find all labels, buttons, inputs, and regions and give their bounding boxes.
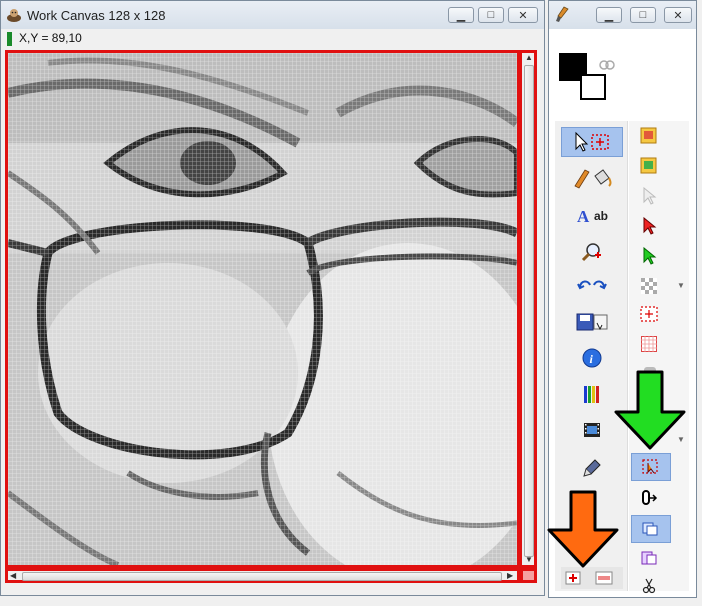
checker-icon: [641, 278, 657, 294]
scissors-icon: [642, 578, 656, 594]
tools-minimize-button[interactable]: ▁: [596, 7, 622, 23]
color-bars-icon: [584, 386, 599, 403]
eyedropper-icon: [583, 459, 601, 477]
bottom-left-tools: [561, 567, 623, 589]
save-disk-icon: [576, 313, 608, 331]
link-tool[interactable]: [635, 485, 663, 511]
tools-titlebar[interactable]: ▁ □ ✕: [549, 1, 696, 29]
undo-redo-tool[interactable]: [569, 271, 615, 301]
layer-tool-2[interactable]: [635, 153, 663, 179]
grid-tool[interactable]: [635, 331, 663, 357]
selection-grid-tool[interactable]: [635, 301, 663, 327]
pencil-fill-tool[interactable]: [569, 163, 615, 193]
pointer-green-icon: [643, 247, 657, 265]
copy-icon: [642, 522, 658, 536]
layer-add-icon: [640, 157, 657, 174]
color-swatches: [559, 53, 619, 103]
pointer-red-tool[interactable]: [635, 213, 663, 239]
vertical-scroll-thumb[interactable]: [524, 65, 534, 557]
copy-tool[interactable]: [631, 515, 671, 543]
tools-close-button[interactable]: ✕: [664, 7, 692, 23]
select-arrow-icon: [575, 131, 609, 152]
layer-image-icon: [640, 127, 657, 144]
maximize-icon: □: [487, 9, 495, 21]
close-icon: ✕: [673, 9, 683, 22]
text-a-icon: A: [577, 207, 590, 226]
grid-icon: [641, 336, 657, 352]
undo-redo-icon: [577, 280, 607, 290]
save-tool[interactable]: [569, 307, 615, 337]
cut-tool[interactable]: [635, 573, 663, 599]
pixel-canvas[interactable]: [5, 50, 520, 568]
link-arrow-icon: [642, 490, 658, 505]
brush-icon: [556, 6, 569, 22]
secondary-toolbar: ▼ ▼: [629, 121, 689, 594]
palette-tool[interactable]: [569, 379, 615, 409]
dashed-select-icon: [640, 306, 658, 322]
canvas-horizontal-scrollbar[interactable]: ◀ ▶: [5, 568, 520, 583]
paste-icon: [641, 551, 657, 565]
status-indicator: [7, 32, 12, 46]
layer-tool-1[interactable]: [635, 123, 663, 149]
canvas-image: [8, 53, 517, 565]
canvas-vertical-scrollbar[interactable]: ▲ ▼: [519, 50, 537, 568]
magnifier-icon: [581, 243, 601, 262]
move-select-icon: [642, 459, 658, 474]
scroll-down-icon[interactable]: ▼: [525, 555, 533, 564]
dropdown-arrow-icon[interactable]: ▼: [677, 281, 685, 290]
selection-tool[interactable]: [561, 127, 623, 157]
info-tool[interactable]: i: [569, 343, 615, 373]
canvas-close-button[interactable]: ✕: [508, 7, 538, 23]
text-tool-label: ab: [593, 209, 608, 223]
pointer-red-icon: [643, 217, 657, 235]
scroll-left-icon[interactable]: ◀: [10, 571, 16, 580]
canvas-maximize-button[interactable]: □: [478, 7, 504, 23]
svg-text:A: A: [577, 207, 590, 226]
maximize-icon: □: [639, 9, 647, 21]
green-arrow-annotation: [614, 370, 686, 450]
eyedropper-tool[interactable]: [569, 453, 615, 483]
add-frame-icon[interactable]: [565, 570, 583, 586]
info-icon: i: [582, 348, 602, 368]
pointer-disabled-tool[interactable]: [635, 183, 663, 209]
horizontal-scroll-thumb[interactable]: [22, 572, 502, 581]
scrollbar-corner: [520, 568, 537, 583]
pointer-gray-icon: [643, 187, 657, 205]
canvas-window-title: Work Canvas 128 x 128: [27, 8, 166, 23]
tools-maximize-button[interactable]: □: [630, 7, 656, 23]
minimize-icon: ▁: [604, 9, 614, 22]
scroll-right-icon[interactable]: ▶: [507, 571, 513, 580]
text-tool[interactable]: A ab: [569, 201, 615, 231]
coordinate-bar: X,Y = 89,10: [3, 30, 540, 48]
film-strip-icon: [584, 423, 600, 437]
swap-colors-icon[interactable]: [599, 58, 615, 72]
close-icon: ✕: [518, 9, 528, 22]
orange-arrow-annotation: [547, 490, 619, 568]
zoom-tool[interactable]: [569, 237, 615, 267]
animation-tool[interactable]: [569, 415, 615, 445]
canvas-minimize-button[interactable]: ▁: [448, 7, 474, 23]
scroll-up-icon[interactable]: ▲: [525, 53, 533, 62]
minimize-icon: ▁: [456, 9, 466, 22]
paste-tool[interactable]: [635, 545, 663, 571]
pointer-green-tool[interactable]: [635, 243, 663, 269]
canvas-titlebar[interactable]: Work Canvas 128 x 128 ▁ □ ✕: [1, 1, 544, 29]
cursor-coordinates: X,Y = 89,10: [19, 31, 82, 45]
app-icon: [7, 9, 21, 22]
background-color-swatch[interactable]: [580, 74, 606, 100]
pencil-bucket-icon: [574, 169, 612, 189]
transparency-tool[interactable]: [635, 273, 663, 299]
move-selection-tool[interactable]: [631, 453, 671, 481]
frame-settings-icon[interactable]: [595, 570, 615, 586]
